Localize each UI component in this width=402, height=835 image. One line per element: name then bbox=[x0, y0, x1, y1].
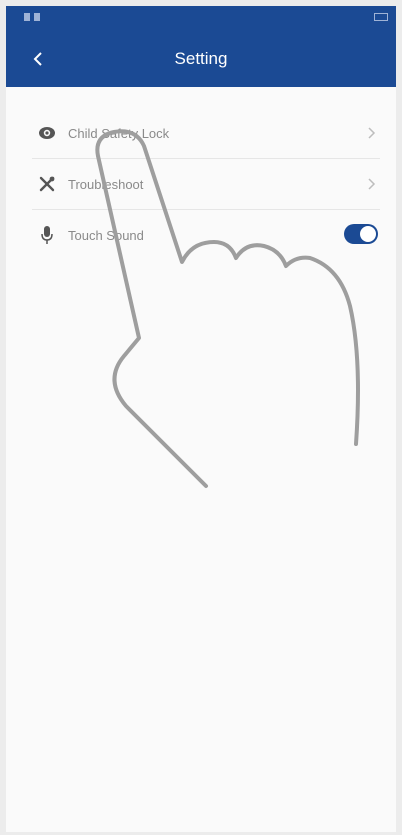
setting-label: Troubleshoot bbox=[68, 176, 144, 192]
notification-icon bbox=[34, 13, 40, 21]
status-bar-left bbox=[24, 13, 40, 21]
setting-row-troubleshoot[interactable]: Troubleshoot bbox=[32, 159, 380, 210]
setting-label: Child Safety Lock bbox=[68, 125, 170, 141]
status-bar-right bbox=[374, 13, 388, 21]
child-lock-icon bbox=[36, 122, 58, 144]
battery-icon bbox=[374, 13, 388, 21]
top-app-bar: Setting bbox=[6, 30, 396, 87]
microphone-icon bbox=[36, 224, 58, 246]
setting-row-touch-sound: Touch Sound bbox=[32, 210, 380, 260]
settings-list: Child Safety Lock Troubleshoot Touch Sou… bbox=[32, 108, 380, 260]
tools-icon bbox=[36, 173, 58, 195]
toggle-knob bbox=[360, 226, 376, 242]
page-title: Setting bbox=[174, 49, 228, 68]
chevron-right-icon bbox=[368, 127, 376, 139]
chevron-right-icon bbox=[368, 178, 376, 190]
notification-icon bbox=[24, 13, 30, 21]
setting-label: Touch Sound bbox=[68, 227, 144, 243]
touch-sound-toggle[interactable] bbox=[344, 224, 378, 244]
status-bar bbox=[6, 6, 396, 30]
app-screen: Setting Child Safety Lock Troubleshoot T… bbox=[6, 6, 396, 832]
setting-row-child-safety-lock[interactable]: Child Safety Lock bbox=[32, 108, 380, 159]
